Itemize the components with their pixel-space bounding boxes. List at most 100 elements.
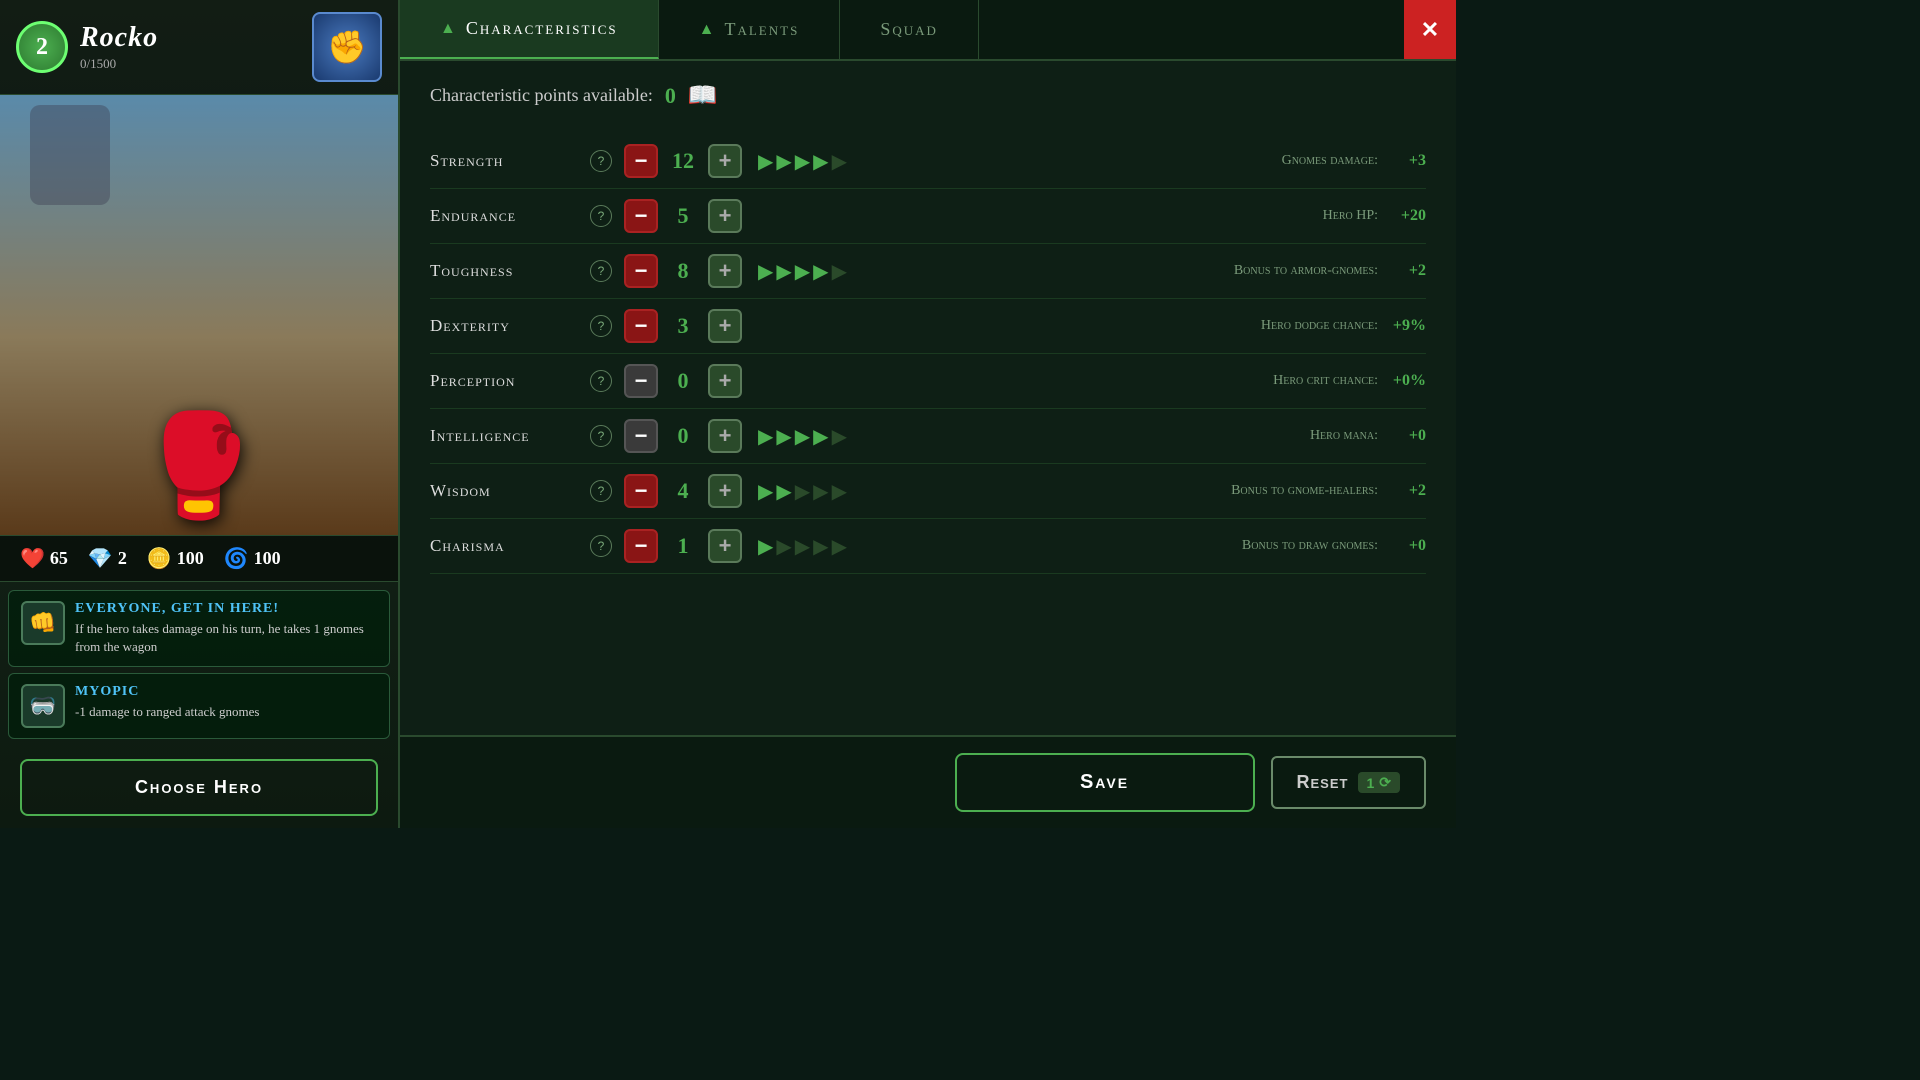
minus-button-perception[interactable]: − [624, 364, 658, 398]
arrow-filled: ▶ [776, 259, 791, 284]
stat-bonus-endurance: Hero HP: +20 [1323, 207, 1426, 225]
hero-hp-stat: ❤️ 65 [20, 546, 68, 571]
reset-count: 1 ⟳ [1358, 772, 1400, 793]
close-button[interactable]: ✕ [1404, 0, 1456, 59]
right-panel: ▲ Characteristics ▲ Talents Squad ✕ Char… [400, 0, 1456, 828]
tab-characteristics[interactable]: ▲ Characteristics [400, 0, 659, 59]
arrow-filled: ▶ [813, 259, 828, 284]
arrow-filled: ▶ [758, 534, 773, 559]
points-icon: 📖 [688, 81, 718, 110]
stat-label-intelligence: Intelligence [430, 426, 590, 446]
plus-button-perception[interactable]: + [708, 364, 742, 398]
help-button-endurance[interactable]: ? [590, 205, 612, 227]
bonus-value-wisdom: +2 [1386, 482, 1426, 500]
bonus-label-charisma: Bonus to draw gnomes: [1242, 538, 1378, 554]
tab-squad[interactable]: Squad [840, 0, 979, 59]
arrow-filled: ▶ [758, 149, 773, 174]
hero-shards-stat: 🌀 100 [224, 546, 281, 571]
arrow-filled: ▶ [813, 424, 828, 449]
help-button-dexterity[interactable]: ? [590, 315, 612, 337]
reset-button[interactable]: Reset 1 ⟳ [1271, 756, 1426, 809]
stat-row-strength: Strength ? − 12 + ▶▶▶▶▶ Gnomes damage: +… [430, 134, 1426, 189]
plus-button-strength[interactable]: + [708, 144, 742, 178]
arrow-filled: ▶ [758, 259, 773, 284]
arrow-empty: ▶ [795, 479, 810, 504]
hero-stats-bar: ❤️ 65 💎 2 🪙 100 🌀 100 [0, 535, 398, 582]
trait-name-everyone: Everyone, get in here! [75, 601, 377, 617]
level-badge: 2 [16, 21, 68, 73]
help-button-perception[interactable]: ? [590, 370, 612, 392]
minus-button-intelligence[interactable]: − [624, 419, 658, 453]
stat-row-intelligence: Intelligence ? − 0 + ▶▶▶▶▶ Hero mana: +0 [430, 409, 1426, 464]
help-button-toughness[interactable]: ? [590, 260, 612, 282]
bonus-label-wisdom: Bonus to gnome-healers: [1231, 483, 1378, 499]
hero-sprite: 🥊 [137, 408, 262, 535]
traits-section: 👊 Everyone, get in here! If the hero tak… [0, 582, 398, 747]
stat-value-toughness: 8 [658, 258, 708, 284]
mana-icon: 💎 [88, 546, 113, 571]
stat-bonus-perception: Hero crit chance: +0% [1273, 372, 1426, 390]
stat-bonus-toughness: Bonus to armor-gnomes: +2 [1234, 262, 1426, 280]
stat-label-endurance: Endurance [430, 206, 590, 226]
arrows-charisma: ▶▶▶▶▶ [758, 534, 847, 559]
plus-button-intelligence[interactable]: + [708, 419, 742, 453]
points-bar: Characteristic points available: 0 📖 [430, 81, 1426, 110]
arrow-empty: ▶ [813, 534, 828, 559]
plus-button-charisma[interactable]: + [708, 529, 742, 563]
hp-icon: ❤️ [20, 546, 45, 571]
trait-name-myopic: Myopic [75, 684, 259, 700]
hero-mana-stat: 💎 2 [88, 546, 127, 571]
tab-characteristics-label: Characteristics [466, 18, 618, 39]
arrow-filled: ▶ [758, 479, 773, 504]
bonus-value-dexterity: +9% [1386, 317, 1426, 335]
gold-icon: 🪙 [147, 546, 172, 571]
plus-button-toughness[interactable]: + [708, 254, 742, 288]
stat-label-charisma: Charisma [430, 536, 590, 556]
stat-row-charisma: Charisma ? − 1 + ▶▶▶▶▶ Bonus to draw gno… [430, 519, 1426, 574]
help-button-charisma[interactable]: ? [590, 535, 612, 557]
bonus-value-endurance: +20 [1386, 207, 1426, 225]
plus-button-dexterity[interactable]: + [708, 309, 742, 343]
minus-button-strength[interactable]: − [624, 144, 658, 178]
reset-label: Reset [1297, 772, 1349, 793]
stat-bonus-wisdom: Bonus to gnome-healers: +2 [1231, 482, 1426, 500]
stat-bonus-intelligence: Hero mana: +0 [1310, 427, 1426, 445]
bonus-label-endurance: Hero HP: [1323, 208, 1378, 224]
bonus-value-strength: +3 [1386, 152, 1426, 170]
stat-value-endurance: 5 [658, 203, 708, 229]
tab-squad-label: Squad [880, 19, 938, 40]
arrow-filled: ▶ [776, 424, 791, 449]
help-button-wisdom[interactable]: ? [590, 480, 612, 502]
save-button[interactable]: Save [955, 753, 1255, 812]
minus-button-toughness[interactable]: − [624, 254, 658, 288]
stats-container: Strength ? − 12 + ▶▶▶▶▶ Gnomes damage: +… [430, 134, 1426, 574]
arrow-empty: ▶ [832, 479, 847, 504]
tab-talents[interactable]: ▲ Talents [659, 0, 841, 59]
hero-mana-value: 2 [118, 548, 127, 569]
minus-button-endurance[interactable]: − [624, 199, 658, 233]
arrow-filled: ▶ [776, 149, 791, 174]
stat-row-toughness: Toughness ? − 8 + ▶▶▶▶▶ Bonus to armor-g… [430, 244, 1426, 299]
tabs-bar: ▲ Characteristics ▲ Talents Squad ✕ [400, 0, 1456, 61]
arrows-strength: ▶▶▶▶▶ [758, 149, 847, 174]
help-button-intelligence[interactable]: ? [590, 425, 612, 447]
stat-value-intelligence: 0 [658, 423, 708, 449]
arrow-empty: ▶ [813, 479, 828, 504]
minus-button-wisdom[interactable]: − [624, 474, 658, 508]
hero-gold-stat: 🪙 100 [147, 546, 204, 571]
hero-image-area: 🥊 [0, 95, 398, 535]
bonus-value-toughness: +2 [1386, 262, 1426, 280]
plus-button-endurance[interactable]: + [708, 199, 742, 233]
bonus-label-intelligence: Hero mana: [1310, 428, 1378, 444]
plus-button-wisdom[interactable]: + [708, 474, 742, 508]
stat-value-wisdom: 4 [658, 478, 708, 504]
minus-button-dexterity[interactable]: − [624, 309, 658, 343]
minus-button-charisma[interactable]: − [624, 529, 658, 563]
points-value: 0 [665, 83, 676, 109]
left-panel: 2 Rocko 0/1500 ✊ 🥊 ❤️ 65 💎 2 🪙 100 🌀 100 [0, 0, 400, 828]
choose-hero-button[interactable]: Choose Hero [20, 759, 378, 816]
stat-label-dexterity: Dexterity [430, 316, 590, 336]
arrow-filled: ▶ [795, 149, 810, 174]
help-button-strength[interactable]: ? [590, 150, 612, 172]
tab-characteristics-arrow: ▲ [440, 20, 458, 38]
